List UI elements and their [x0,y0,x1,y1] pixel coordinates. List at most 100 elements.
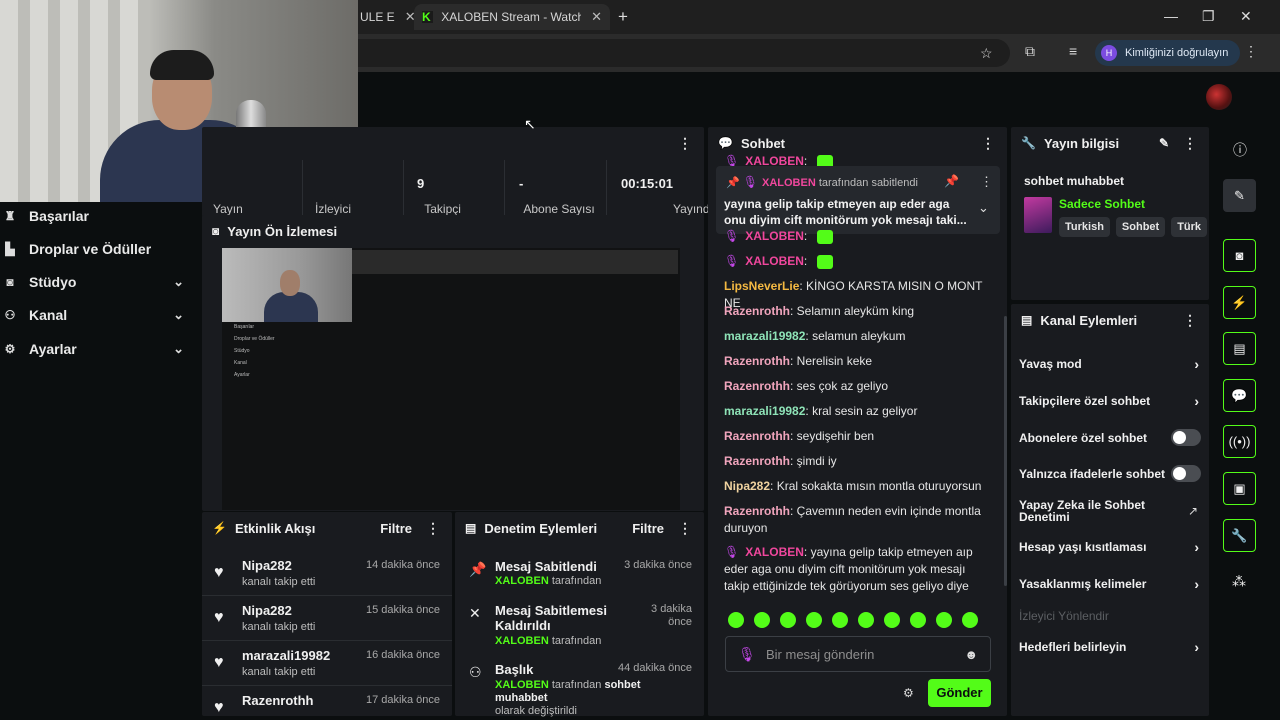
chat-widget-button[interactable]: 💬 [1223,379,1256,412]
toggle-switch[interactable] [1171,465,1201,482]
tag[interactable]: Sohbet [1115,217,1166,237]
kebab-menu-icon[interactable]: ⋮ [981,135,995,152]
close-tab-icon[interactable]: ✕ [591,9,602,25]
action-ai-moderation[interactable]: Yapay Zeka ile Sohbet Denetimi [1019,499,1169,523]
close-window-button[interactable]: ✕ [1240,8,1252,25]
chat-message[interactable]: 🎙 XALOBEN: yayına gelip takip etmeyen aıp… [724,544,986,595]
edit-icon[interactable]: ✎ [1159,136,1169,150]
chat-username[interactable]: Razenrothh [724,429,790,443]
chevron-down-icon[interactable]: ⌄ [978,200,989,216]
sidebar-item-channel[interactable]: ⚇ Kanal ⌄ [0,300,200,330]
edit-layout-button[interactable]: ✎ [1223,179,1256,212]
list-item[interactable]: ♥ marazali19982 kanalı takip etti 16 dak… [202,642,452,686]
external-link-icon[interactable]: ↗ [1188,504,1198,518]
kebab-menu-icon[interactable]: ⋮ [1183,312,1197,329]
action-subscribers-only[interactable]: Abonelere özel sohbet [1019,429,1203,446]
sidebar-item-studio[interactable]: ◙ Stüdyo ⌄ [0,267,200,297]
emote-button[interactable] [728,612,744,628]
tools-widget-button[interactable]: 🔧 [1223,519,1256,552]
filter-button[interactable]: Filtre [380,521,412,536]
filter-button[interactable]: Filtre [632,521,664,536]
star-icon[interactable]: ☆ [980,45,993,62]
chat-message[interactable]: marazali19982: kral sesin az geliyor [724,403,986,420]
action-banned-words[interactable]: Yasaklanmış kelimeler › [1019,577,1203,591]
extensions-icon[interactable]: ⧉ [1025,43,1035,60]
chat-settings-icon[interactable]: ⚙ [903,686,914,700]
chat-username[interactable]: Razenrothh [724,454,790,468]
browser-menu-icon[interactable]: ⋮ [1244,43,1258,60]
maximize-button[interactable]: ❐ [1202,8,1215,25]
emote-button[interactable] [858,612,874,628]
chat-username[interactable]: Razenrothh [724,504,790,518]
chat-message[interactable]: Nipa282: Kral sokakta mısın montla oturu… [724,478,986,495]
info-widget-button[interactable]: ▣ [1223,472,1256,505]
profile-button[interactable]: H Kimliğinizi doğrulayın [1095,40,1241,66]
send-button[interactable]: Gönder [928,679,991,707]
browser-tab[interactable]: ULE E ✕ [352,4,424,30]
chat-username[interactable]: XALOBEN [745,229,804,243]
action-emotes-only[interactable]: Yalnızca ifadelerle sohbet [1019,465,1203,482]
emote-button[interactable] [936,612,952,628]
sidebar-item-settings[interactable]: ⚙ Ayarlar ⌄ [0,334,200,364]
user-avatar[interactable] [1206,84,1232,110]
emote-button[interactable] [806,612,822,628]
chat-message[interactable]: Razenrothh: Selamın aleyküm king [724,303,986,320]
emote-button[interactable] [884,612,900,628]
chat-username[interactable]: Nipa282 [724,479,770,493]
emoji-icon[interactable]: ☻ [964,647,978,662]
chat-username[interactable]: LipsNeverLie [724,279,799,293]
kebab-menu-icon[interactable]: ⋮ [1183,135,1197,152]
chat-message[interactable]: Razenrothh: seydişehir ben [724,428,986,445]
chat-message[interactable]: 🎙 XALOBEN: [724,253,986,270]
pinned-message[interactable]: 📌 🎙 XALOBEN tarafından sabitlendi 📌 ⋮ yay… [716,166,1000,234]
broadcast-widget-button[interactable]: ((•)) [1223,425,1256,458]
minimize-button[interactable]: — [1164,8,1178,24]
tag[interactable]: Türk [1171,217,1208,237]
chat-username[interactable]: Razenrothh [724,354,790,368]
chat-message[interactable]: Razenrothh: Nerelisin keke [724,353,986,370]
chat-input[interactable]: 🎙 Bir mesaj gönderin ☻ [725,636,991,672]
sidebar-item-drops[interactable]: ▙ Droplar ve Ödüller [0,234,200,264]
action-slow-mode[interactable]: Yavaş mod › [1019,357,1203,371]
action-set-goals[interactable]: Hedefleri belirleyin › [1019,640,1203,654]
chat-username[interactable]: marazali19982 [724,329,805,343]
kebab-menu-icon[interactable]: ⋮ [678,520,692,537]
chat-username[interactable]: Razenrothh [724,304,790,318]
new-tab-button[interactable]: + [618,7,628,27]
chat-message[interactable]: Razenrothh: ses çok az geliyo [724,378,986,395]
chat-username[interactable]: XALOBEN [745,254,804,268]
emote-button[interactable] [780,612,796,628]
list-item[interactable]: ♥ Razenrothh 17 dakika önce [202,687,452,720]
kebab-menu-icon[interactable]: ⋮ [678,135,692,152]
moderation-widget-button[interactable]: ▤ [1223,332,1256,365]
chat-message[interactable]: Razenrothh: Çavemın neden evin içinde mo… [724,503,986,537]
emote-button[interactable] [832,612,848,628]
more-widgets-icon[interactable]: ⁂ [1232,573,1246,590]
action-followers-only[interactable]: Takipçilere özel sohbet › [1019,394,1203,408]
chat-username[interactable]: XALOBEN [745,545,804,559]
action-account-age[interactable]: Hesap yaşı kısıtlaması › [1019,540,1203,554]
kebab-menu-icon[interactable]: ⋮ [426,520,440,537]
preview-widget-button[interactable]: ◙ [1223,239,1256,272]
chat-username[interactable]: marazali19982 [724,404,805,418]
tag[interactable]: Turkish [1059,217,1110,237]
category-name[interactable]: Sadece Sohbet [1059,197,1145,211]
list-item[interactable]: ♥ Nipa282 kanalı takip etti 15 dakika ön… [202,597,452,641]
list-item[interactable]: ♥ Nipa282 kanalı takip etti 14 dakika ön… [202,552,452,596]
chat-username[interactable]: Razenrothh [724,379,790,393]
sidebar-item-achievements[interactable]: ♜ Başarılar [0,201,200,231]
chat-message[interactable]: Razenrothh: şimdi iy [724,453,986,470]
browser-tab-active[interactable]: K XALOBEN Stream - Watch Live c ✕ [414,4,610,30]
info-icon[interactable]: ⓘ [1233,140,1247,160]
kebab-menu-icon[interactable]: ⋮ [980,174,993,190]
toggle-switch[interactable] [1171,429,1201,446]
emote-button[interactable] [910,612,926,628]
chat-message[interactable]: marazali19982: selamun aleykum [724,328,986,345]
activity-widget-button[interactable]: ⚡ [1223,286,1256,319]
chat-message[interactable]: 🎙 XALOBEN: [724,228,986,245]
chat-scrollbar[interactable] [1004,316,1007,586]
media-controls-icon[interactable]: ≡ [1069,43,1077,59]
emote-button[interactable] [962,612,978,628]
emote-button[interactable] [754,612,770,628]
unpin-button-icon[interactable]: 📌 [944,174,959,188]
